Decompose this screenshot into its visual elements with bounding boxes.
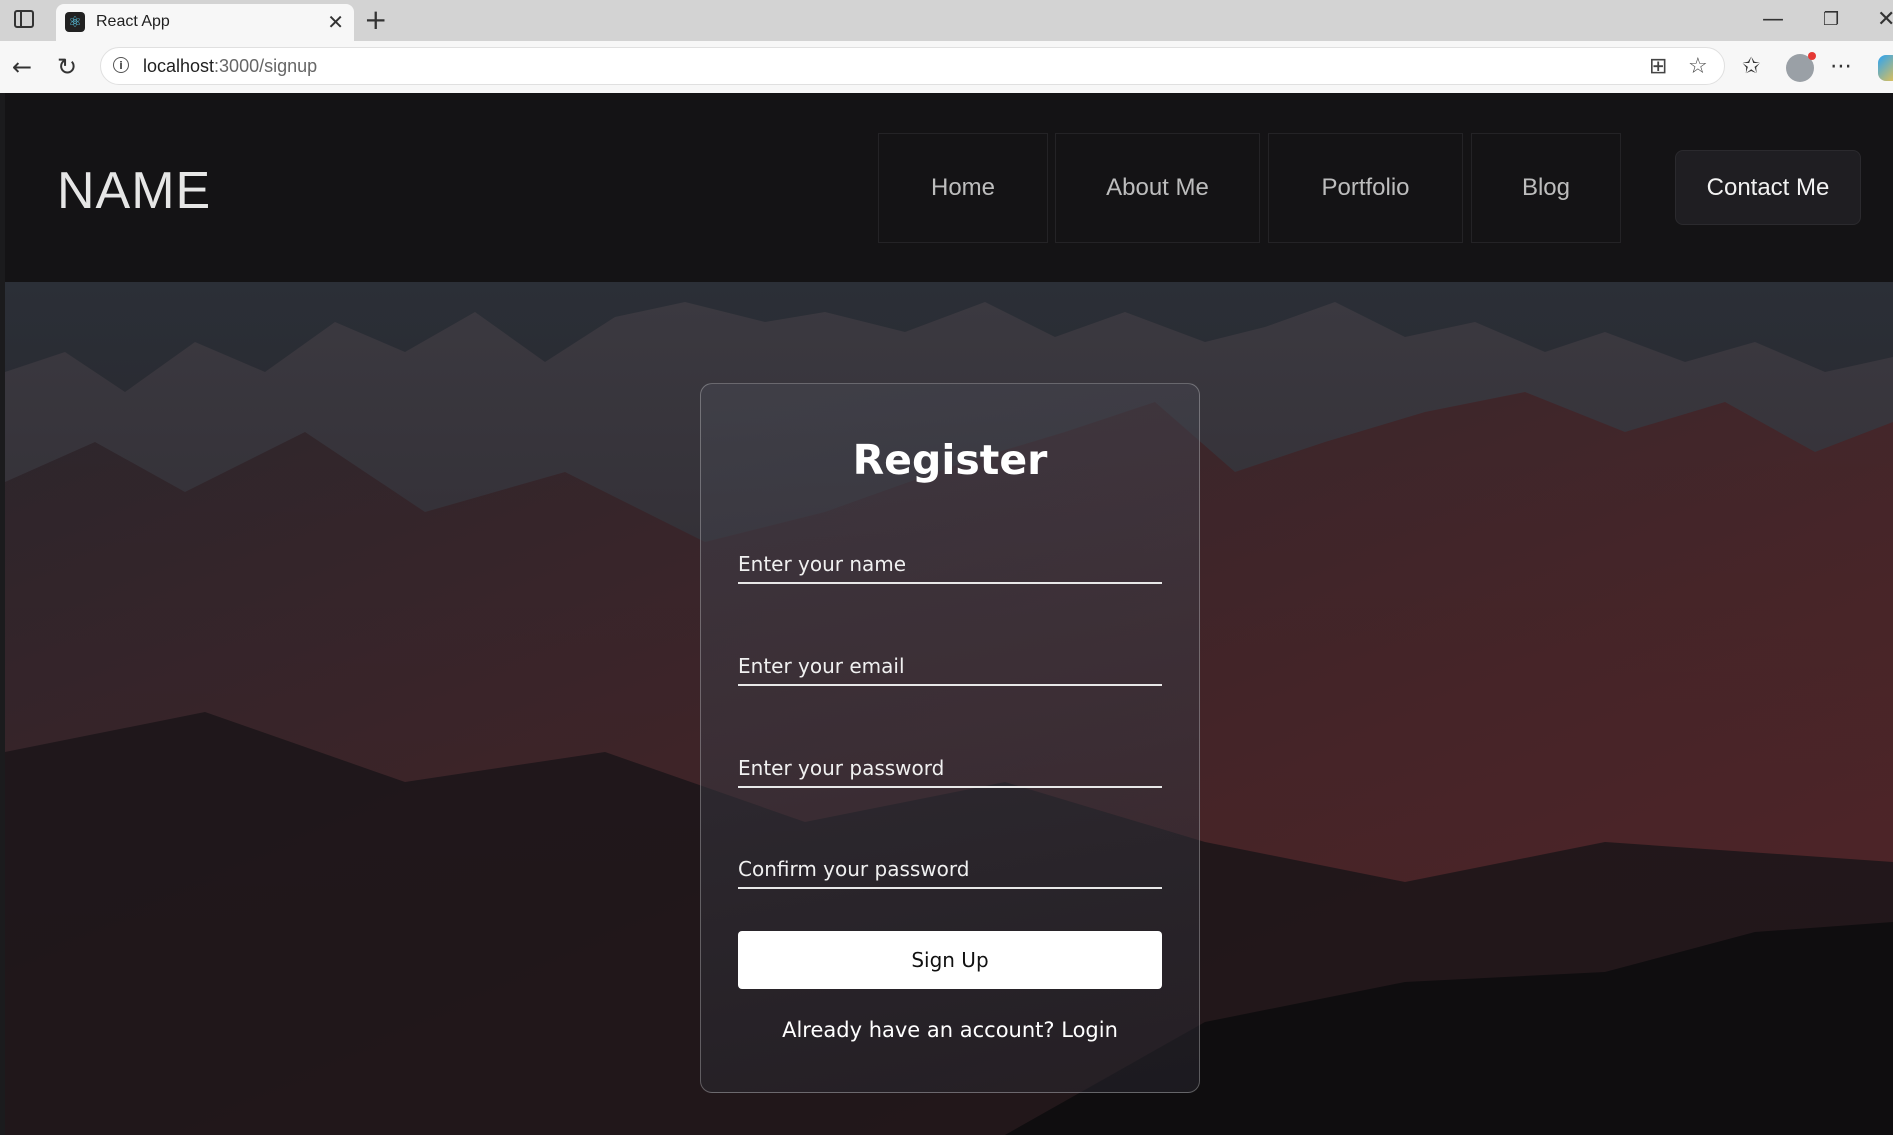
- more-menu-icon[interactable]: ⋯: [1830, 53, 1852, 81]
- browser-tab-active[interactable]: ⚛ React App ✕: [56, 4, 354, 41]
- restore-icon[interactable]: ❐: [1823, 6, 1839, 34]
- site-navbar: NAME Home About Me Portfolio Blog Contac…: [5, 93, 1893, 282]
- tab-title: React App: [96, 13, 170, 30]
- register-title: Register: [852, 436, 1048, 484]
- contact-me-button[interactable]: Contact Me: [1675, 150, 1861, 225]
- url-input[interactable]: i localhost:3000/signup ⊞ ☆: [100, 47, 1725, 85]
- confirm-password-input[interactable]: [738, 857, 1162, 881]
- close-window-icon[interactable]: ✕: [1877, 6, 1893, 34]
- app-available-icon[interactable]: ⊞: [1649, 54, 1667, 80]
- profile-notification-badge: [1808, 52, 1816, 60]
- browser-address-bar: ← ↻ i localhost:3000/signup ⊞ ☆ ✩ ⋯: [0, 41, 1893, 93]
- nav-link-about-me[interactable]: About Me: [1055, 133, 1260, 243]
- favorites-icon[interactable]: ✩: [1742, 53, 1760, 81]
- confirm-password-field: [738, 839, 1162, 889]
- url-text: localhost:3000/signup: [143, 56, 317, 77]
- name-field: [738, 534, 1162, 584]
- site-logo[interactable]: NAME: [57, 161, 211, 221]
- new-tab-icon[interactable]: +: [364, 5, 387, 35]
- browser-tab-bar: ⚛ React App ✕ + — ❐ ✕: [0, 0, 1893, 41]
- back-icon[interactable]: ←: [12, 53, 32, 81]
- nav-link-home[interactable]: Home: [878, 133, 1048, 243]
- name-input[interactable]: [738, 552, 1162, 576]
- login-link[interactable]: Login: [1061, 1018, 1118, 1042]
- nav-link-portfolio[interactable]: Portfolio: [1268, 133, 1463, 243]
- email-field: [738, 636, 1162, 686]
- url-path: :3000/signup: [214, 56, 318, 76]
- login-prompt: Already have an account? Login: [701, 1018, 1199, 1042]
- url-host: localhost: [143, 56, 215, 76]
- sign-up-button[interactable]: Sign Up: [738, 931, 1162, 989]
- minimize-icon[interactable]: —: [1762, 6, 1784, 34]
- nav-link-blog[interactable]: Blog: [1471, 133, 1621, 243]
- password-field: [738, 738, 1162, 788]
- site-info-icon[interactable]: i: [113, 57, 129, 73]
- tab-close-icon[interactable]: ✕: [327, 10, 344, 34]
- sidebar-toggle-icon[interactable]: [14, 10, 34, 28]
- page-viewport: NAME Home About Me Portfolio Blog Contac…: [5, 93, 1893, 1135]
- password-input[interactable]: [738, 756, 1162, 780]
- email-input[interactable]: [738, 654, 1162, 678]
- copilot-icon[interactable]: [1878, 55, 1893, 81]
- reload-icon[interactable]: ↻: [57, 53, 77, 81]
- login-prompt-text: Already have an account?: [782, 1018, 1055, 1042]
- register-card: Register Sign Up Already have an account…: [700, 383, 1200, 1093]
- favorite-star-icon[interactable]: ☆: [1688, 54, 1708, 80]
- react-favicon-icon: ⚛: [65, 12, 85, 32]
